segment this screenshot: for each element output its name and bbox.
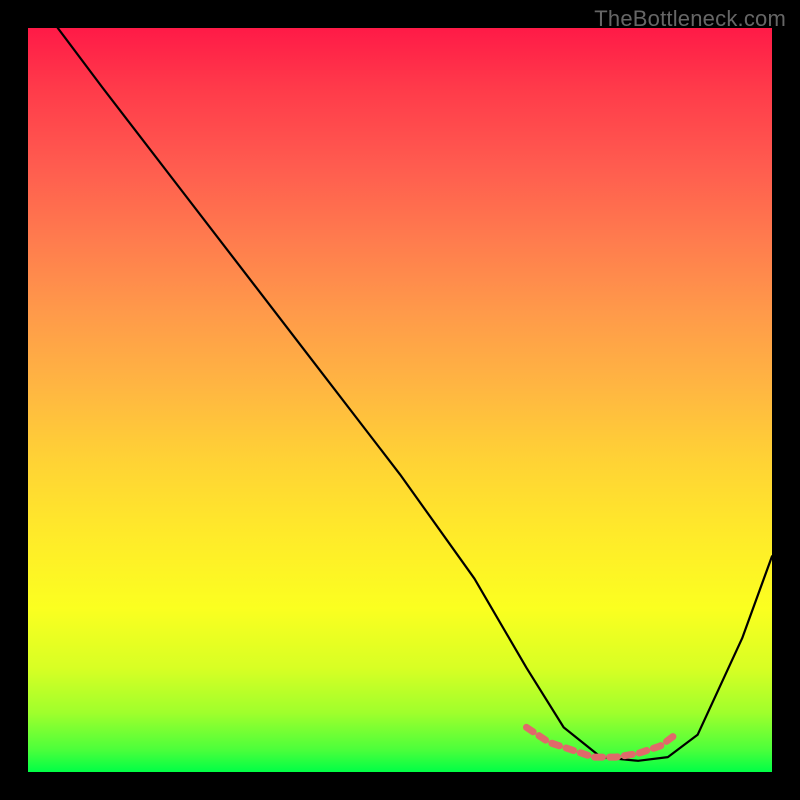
chart-svg (28, 28, 772, 772)
bottleneck-curve-line (58, 28, 772, 761)
chart-plot-area (28, 28, 772, 772)
trough-highlight-line (526, 727, 675, 757)
watermark-text: TheBottleneck.com (594, 6, 786, 32)
